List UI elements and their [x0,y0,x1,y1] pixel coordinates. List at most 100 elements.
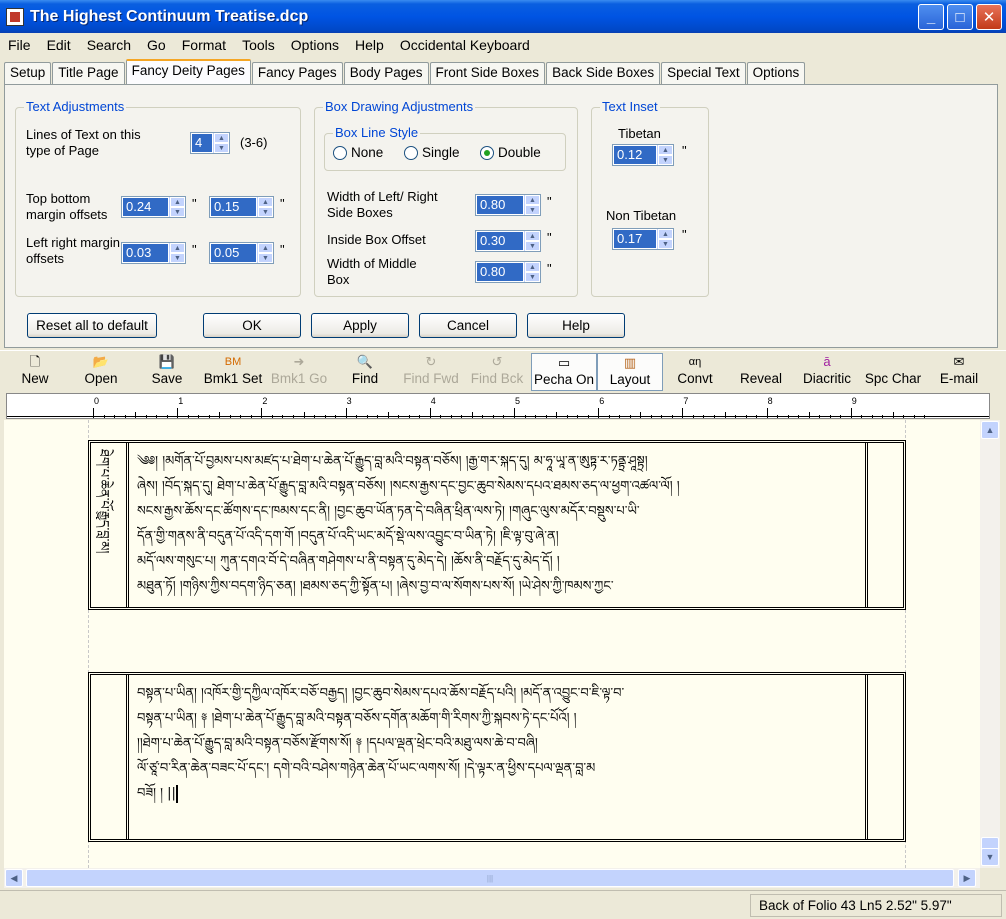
bottom-margin-spinner[interactable]: 0.15 ▲ ▼ [209,196,274,218]
menu-file[interactable]: File [0,37,39,53]
find-forward-button[interactable]: ↻ Find Fwd [398,353,464,391]
spin-up-icon[interactable]: ▲ [170,197,185,207]
scroll-right-icon[interactable]: ▶ [958,869,976,887]
radio-selected-icon[interactable] [480,145,494,160]
tab-special-text[interactable]: Special Text [661,62,746,84]
radio-circle-icon[interactable] [404,145,418,160]
lines-of-text-spinner[interactable]: 4 ▲ ▼ [190,132,230,154]
spin-up-icon[interactable]: ▲ [258,243,273,253]
spin-up-icon[interactable]: ▲ [258,197,273,207]
top-margin-value[interactable]: 0.24 [123,198,168,216]
radio-double[interactable]: Double [480,145,541,160]
maximize-button[interactable]: □ [947,4,973,30]
menu-help[interactable]: Help [347,37,392,53]
middle-box-width-value[interactable]: 0.80 [477,263,523,281]
menu-edit[interactable]: Edit [39,37,79,53]
reset-all-button[interactable]: Reset all to default [27,313,157,338]
spin-down-icon[interactable]: ▼ [525,241,540,251]
middle-box-width-spinner[interactable]: 0.80 ▲ ▼ [475,261,541,283]
minimize-button[interactable]: _ [918,4,944,30]
find-button[interactable]: 🔍 Find [332,353,398,391]
apply-button[interactable]: Apply [311,313,409,338]
new-button[interactable]: 🗋 New [2,353,68,391]
spin-up-icon[interactable]: ▲ [658,229,673,239]
horizontal-scrollbar[interactable]: ◀ ||| ▶ [4,868,980,888]
spin-down-icon[interactable]: ▼ [525,205,540,215]
spin-up-icon[interactable]: ▲ [170,243,185,253]
document-area[interactable]: ཐེག་པ་ཆེན་པོ་རྒྱུད་བླ་མ། ༄༅། །མགོན་པོ་བྱ… [4,420,980,868]
page-2-text[interactable]: བསྟན་པ་ཡིན། །འཁོར་གྱི་དཀྱིལ་འཁོར་བཅོ་བརྒ… [137,681,857,806]
radio-single[interactable]: Single [404,145,460,160]
menu-options[interactable]: Options [283,37,347,53]
open-button[interactable]: 📂 Open [68,353,134,391]
non-tibetan-inset-value[interactable]: 0.17 [614,230,656,248]
tibetan-inset-spinner[interactable]: 0.12 ▲ ▼ [612,144,674,166]
tab-setup[interactable]: Setup [4,62,52,84]
tibetan-inset-value[interactable]: 0.12 [614,146,656,164]
left-margin-spinner[interactable]: 0.03 ▲ ▼ [121,242,186,264]
spin-up-icon[interactable]: ▲ [525,195,540,205]
special-char-button[interactable]: Spc Char [860,353,926,391]
tab-title-page[interactable]: Title Page [52,62,125,84]
spin-down-icon[interactable]: ▼ [258,253,273,263]
ruler[interactable]: 0 1 2 3 4 5 6 7 8 9 [6,393,990,419]
spin-up-icon[interactable]: ▲ [658,145,673,155]
scroll-left-icon[interactable]: ◀ [5,869,23,887]
spin-down-icon[interactable]: ▼ [525,272,540,282]
ok-button[interactable]: OK [203,313,301,338]
scroll-down-icon[interactable]: ▼ [981,848,999,866]
tab-front-side-boxes[interactable]: Front Side Boxes [429,62,546,84]
bookmark-set-button[interactable]: BM Bmk1 Set [200,353,266,391]
spin-down-icon[interactable]: ▼ [258,207,273,217]
non-tibetan-inset-spinner[interactable]: 0.17 ▲ ▼ [612,228,674,250]
menu-tools[interactable]: Tools [234,37,283,53]
close-button[interactable]: ✕ [976,4,1002,30]
spin-down-icon[interactable]: ▼ [658,155,673,165]
pecha-page-1[interactable]: ཐེག་པ་ཆེན་པོ་རྒྱུད་བླ་མ། ༄༅། །མགོན་པོ་བྱ… [88,440,906,610]
spin-down-icon[interactable]: ▼ [658,239,673,249]
layout-button[interactable]: ▥ Layout [597,353,663,391]
bookmark-go-button[interactable]: ➜ Bmk1 Go [266,353,332,391]
pecha-page-2[interactable]: བསྟན་པ་ཡིན། །འཁོར་གྱི་དཀྱིལ་འཁོར་བཅོ་བརྒ… [88,672,906,842]
tab-options[interactable]: Options [746,62,806,84]
tab-body-pages[interactable]: Body Pages [343,62,429,84]
side-box-width-spinner[interactable]: 0.80 ▲ ▼ [475,194,541,216]
lines-of-text-value[interactable]: 4 [192,134,212,152]
help-button[interactable]: Help [527,313,625,338]
diacritic-button[interactable]: ā Diacritic [794,353,860,391]
tab-fancy-pages[interactable]: Fancy Pages [251,62,343,84]
menu-go[interactable]: Go [139,37,174,53]
inside-box-offset-spinner[interactable]: 0.30 ▲ ▼ [475,230,541,252]
save-button[interactable]: 💾 Save [134,353,200,391]
radio-circle-icon[interactable] [333,145,347,160]
scroll-up-icon[interactable]: ▲ [981,421,999,439]
menu-format[interactable]: Format [174,37,234,53]
page-1-text[interactable]: ༄༅། །མགོན་པོ་བྱམས་པས་མཛད་པ་ཐེག་པ་ཆེན་པོ་… [137,449,857,599]
vertical-scrollbar[interactable]: ▲ ▼ [980,420,1000,868]
reveal-button[interactable]: Reveal [728,353,794,391]
cancel-button[interactable]: Cancel [419,313,517,338]
left-margin-value[interactable]: 0.03 [123,244,168,262]
menu-search[interactable]: Search [79,37,139,53]
right-margin-spinner[interactable]: 0.05 ▲ ▼ [209,242,274,264]
spin-down-icon[interactable]: ▼ [170,253,185,263]
spin-up-icon[interactable]: ▲ [214,133,229,143]
tab-back-side-boxes[interactable]: Back Side Boxes [546,62,661,84]
pecha-on-button[interactable]: ▭ Pecha On [531,353,597,391]
spin-down-icon[interactable]: ▼ [214,143,229,153]
side-box-width-value[interactable]: 0.80 [477,196,523,214]
horizontal-scroll-thumb[interactable]: ||| [26,869,954,887]
app-icon[interactable] [6,7,24,26]
bottom-margin-value[interactable]: 0.15 [211,198,256,216]
email-button[interactable]: ✉ E-mail [926,353,992,391]
inside-box-offset-value[interactable]: 0.30 [477,232,523,250]
find-back-button[interactable]: ↺ Find Bck [464,353,530,391]
radio-none[interactable]: None [333,145,383,160]
menu-occidental-keyboard[interactable]: Occidental Keyboard [392,37,538,53]
convert-button[interactable]: αη Convt [662,353,728,391]
spin-up-icon[interactable]: ▲ [525,262,540,272]
right-margin-value[interactable]: 0.05 [211,244,256,262]
spin-down-icon[interactable]: ▼ [170,207,185,217]
spin-up-icon[interactable]: ▲ [525,231,540,241]
top-margin-spinner[interactable]: 0.24 ▲ ▼ [121,196,186,218]
